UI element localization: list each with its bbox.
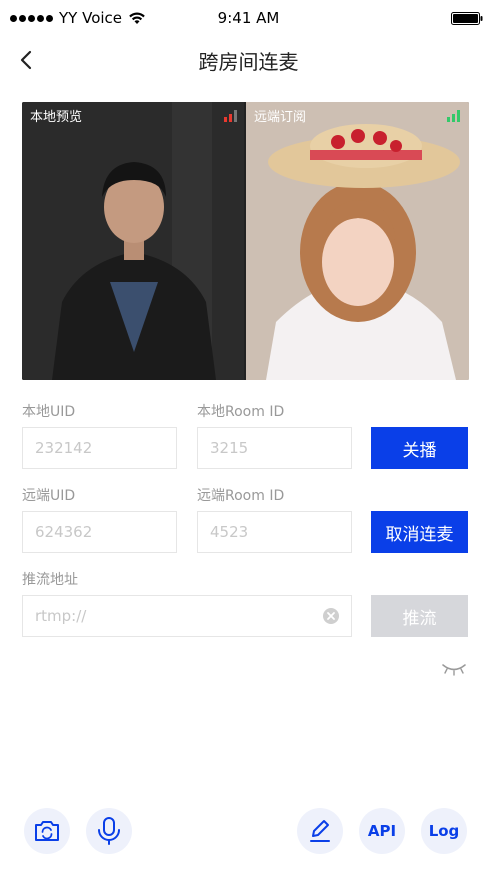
page-title: 跨房间连麦	[198, 50, 299, 74]
push-url-input[interactable]	[22, 595, 352, 637]
remote-room-id-label: 远端Room ID	[197, 488, 285, 504]
local-room-id-input[interactable]	[197, 427, 352, 469]
camera-switch-icon	[35, 821, 59, 841]
pencil-icon	[310, 820, 330, 842]
log-label: Log	[428, 822, 460, 840]
remote-uid-input[interactable]	[22, 511, 177, 553]
local-preview-label: 本地预览	[30, 110, 83, 125]
remote-room-id-input[interactable]	[197, 511, 352, 553]
stop-broadcast-button[interactable]: 关播	[371, 427, 468, 469]
microphone-icon	[98, 817, 120, 845]
remote-subscribe-label: 远端订阅	[254, 110, 307, 125]
switch-camera-button[interactable]	[24, 808, 70, 854]
edit-button[interactable]	[297, 808, 343, 854]
local-room-id-label: 本地Room ID	[197, 404, 285, 420]
cancel-link-mic-button[interactable]: 取消连麦	[371, 511, 468, 553]
clear-input-icon[interactable]	[323, 608, 339, 624]
remote-person-image	[246, 102, 469, 380]
remote-subscribe-video: 远端订阅	[246, 102, 469, 380]
api-button[interactable]: API	[359, 808, 405, 854]
log-button[interactable]: Log	[421, 808, 467, 854]
status-bar: YY Voice 9:41 AM	[0, 0, 497, 36]
status-time: 9:41 AM	[217, 9, 280, 27]
video-area: 本地预览 远端订阅	[22, 102, 469, 380]
local-person-image	[22, 102, 246, 380]
push-url-label: 推流地址	[22, 572, 78, 588]
local-preview-video: 本地预览	[22, 102, 246, 380]
remote-signal-icon	[447, 110, 460, 122]
eye-closed-icon[interactable]	[441, 662, 467, 676]
api-label: API	[367, 822, 397, 840]
local-uid-label: 本地UID	[22, 404, 76, 420]
push-stream-button[interactable]: 推流	[371, 595, 468, 637]
local-uid-input[interactable]	[22, 427, 177, 469]
battery-icon	[451, 12, 483, 25]
nav-bar: 跨房间连麦	[0, 36, 497, 86]
local-signal-icon	[224, 110, 237, 122]
microphone-button[interactable]	[86, 808, 132, 854]
remote-uid-label: 远端UID	[22, 488, 76, 504]
